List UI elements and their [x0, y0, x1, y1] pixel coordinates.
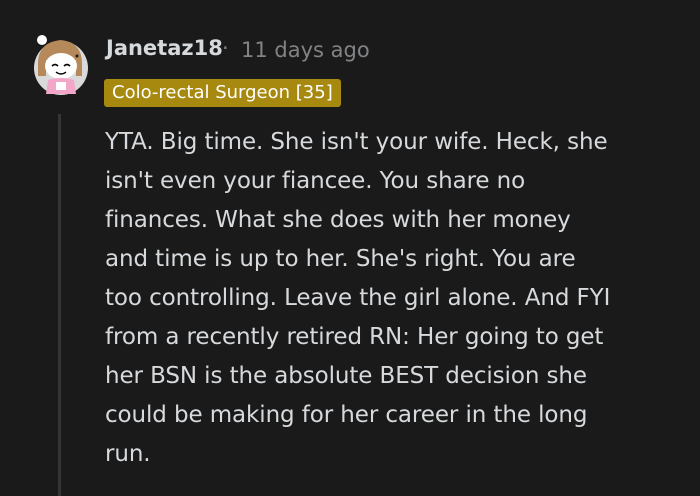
comment-body-line: YTA. Big time. She isn't your wife. Heck…	[105, 129, 608, 155]
comment-author-link[interactable]: Janetaz18	[106, 36, 223, 60]
comment-timestamp-link[interactable]: 11 days ago	[241, 38, 370, 62]
comment-body-line: from a recently retired RN: Her going to…	[105, 324, 604, 350]
user-avatar[interactable]	[30, 30, 92, 96]
comment-body-line: could be making for her career in the lo…	[105, 402, 588, 428]
comment-body-line: finances. What she does with her money	[105, 207, 571, 233]
meta-separator: ·	[222, 36, 229, 60]
comment-body-line: isn't even your fiancee. You share no	[105, 168, 526, 194]
comment-container: Janetaz18 · 11 days ago Colo-rectal Surg…	[0, 0, 700, 496]
snoo-avatar-icon	[34, 35, 88, 95]
comment-body-line: too controlling. Leave the girl alone. A…	[105, 285, 611, 311]
user-flair-badge: Colo-rectal Surgeon [35]	[104, 79, 341, 107]
comment-body-line: run.	[105, 441, 151, 467]
comment-body-line: and time is up to her. She's right. You …	[105, 246, 576, 272]
comment-body: YTA. Big time. She isn't your wife. Heck…	[105, 123, 665, 474]
thread-collapse-line[interactable]	[58, 114, 61, 496]
comment-body-line: her BSN is the absolute BEST decision sh…	[105, 363, 587, 389]
